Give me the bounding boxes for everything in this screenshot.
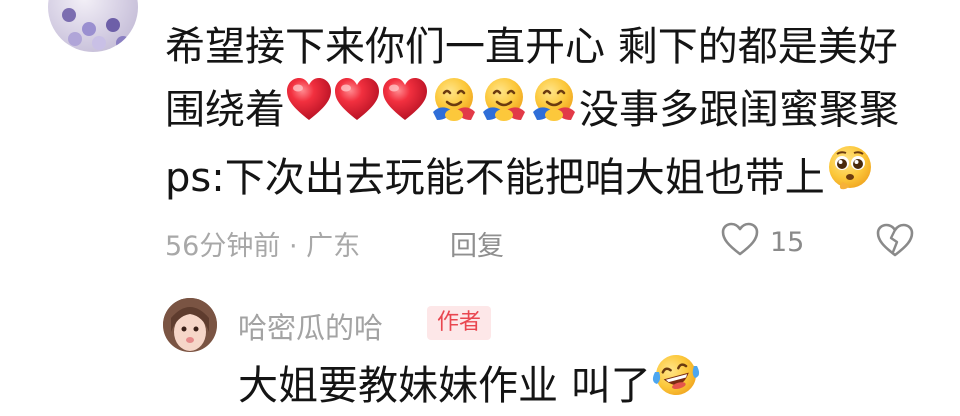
reply-text-content: 大姐要教妹妹作业 叫了	[238, 363, 651, 409]
like-button[interactable]: 15	[720, 222, 804, 262]
comment-time-location: 56分钟前 · 广东	[165, 231, 361, 262]
heart-outline-icon	[720, 221, 760, 264]
commenter-avatar[interactable]	[48, 0, 138, 52]
hugging-face-icon	[429, 74, 479, 142]
comment-line-3: ps:下次出去玩能不能把咱大姐也带上	[165, 146, 875, 214]
laughing-tears-face-icon	[651, 350, 701, 416]
reply-username[interactable]: 哈密瓜的哈	[238, 305, 383, 347]
comment-line-2-start: 围绕着	[165, 87, 285, 133]
reply-button[interactable]: 回复	[450, 224, 504, 263]
pleading-face-icon	[825, 142, 875, 210]
reply-text: 大姐要教妹妹作业 叫了	[238, 354, 701, 416]
comment-line-2: 围绕着 没事多跟闺蜜聚聚	[165, 78, 899, 146]
comment-thread: 希望接下来你们一直开心 剩下的都是美好 围绕着 没事多跟闺蜜聚聚 ps:下次出去玩…	[0, 0, 960, 416]
red-heart-icon	[381, 76, 429, 140]
red-heart-icon	[333, 76, 381, 140]
like-count: 15	[770, 226, 805, 258]
comment-meta-row: 56分钟前 · 广东 回复 15	[165, 222, 925, 262]
comment-line-3-text: ps:下次出去玩能不能把咱大姐也带上	[165, 155, 825, 201]
broken-heart-outline-icon	[875, 223, 915, 265]
comment-line-1: 希望接下来你们一直开心 剩下的都是美好	[165, 24, 898, 70]
dislike-button[interactable]	[875, 222, 915, 265]
red-heart-icon	[285, 76, 333, 140]
hugging-face-icon	[479, 74, 529, 142]
reply-author-avatar[interactable]	[163, 298, 217, 352]
author-badge: 作者	[427, 306, 492, 340]
comment-line-2-end: 没事多跟闺蜜聚聚	[579, 87, 899, 133]
hugging-face-icon	[529, 74, 579, 142]
